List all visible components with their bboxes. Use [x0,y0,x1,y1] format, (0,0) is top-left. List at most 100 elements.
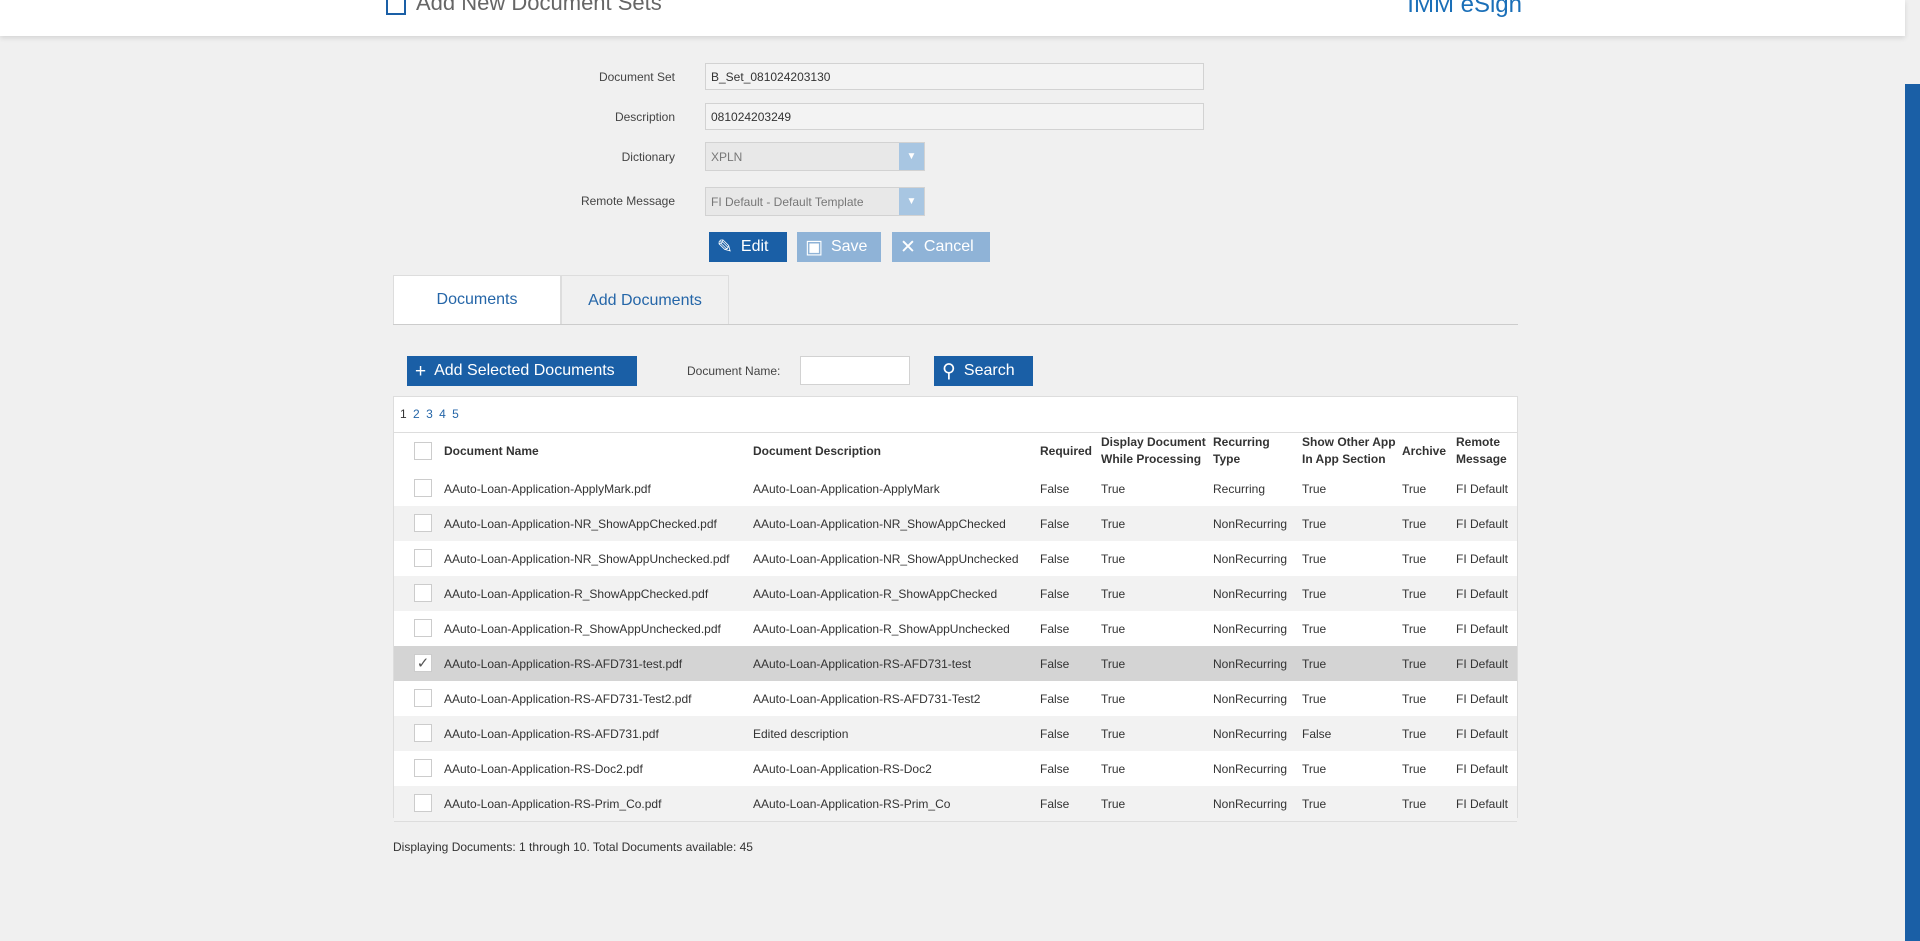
select-all-checkbox[interactable] [414,442,432,460]
cell-required: False [1040,552,1070,566]
table-row[interactable]: AAuto-Loan-Application-NR_ShowAppUncheck… [394,541,1517,577]
col-document-name[interactable]: Document Name [444,443,539,460]
cell-archive: True [1402,517,1427,531]
table-header: Document Name Document Description Requi… [394,432,1517,472]
cell-recurring: NonRecurring [1213,657,1288,671]
cell-archive: True [1402,552,1427,566]
cell-show-other: True [1302,552,1327,566]
col-recurring-line2: Type [1213,452,1241,466]
chevron-down-icon[interactable]: ▼ [899,188,924,215]
description-input[interactable]: 081024203249 [705,103,1204,130]
row-checkbox[interactable] [414,584,432,602]
table-row[interactable]: ✓ AAuto-Loan-Application-RS-AFD731-test.p… [394,646,1517,682]
close-icon: ✕ [900,236,916,258]
page-link[interactable]: 3 [426,407,433,421]
cell-recurring: NonRecurring [1213,587,1288,601]
cancel-button-label: Cancel [923,238,974,255]
table-row[interactable]: AAuto-Loan-Application-NR_ShowAppChecked… [394,506,1517,542]
documents-table: 1 2 3 4 5 Document Name Document Descrip… [393,396,1518,822]
cell-show-other: True [1302,517,1327,531]
row-checkbox[interactable] [414,794,432,812]
cell-archive: True [1402,482,1427,496]
col-required[interactable]: Required [1040,443,1092,460]
cell-required: False [1040,762,1070,776]
cell-recurring: Recurring [1213,482,1266,496]
cell-description: AAuto-Loan-Application-NR_ShowAppUncheck… [753,552,1019,566]
table-row[interactable]: AAuto-Loan-Application-R_ShowAppUnchecke… [394,611,1517,647]
dictionary-label: Dictionary [621,150,675,164]
cell-show-other: True [1302,762,1327,776]
cell-remote: FI Default [1456,587,1509,601]
page-link[interactable]: 2 [413,407,420,421]
document-name-input[interactable] [800,356,910,385]
cell-show-other: True [1302,587,1327,601]
col-remote-line2: Message [1456,452,1507,466]
cancel-button[interactable]: ✕ Cancel [892,232,990,262]
document-set-input[interactable]: B_Set_081024203130 [705,63,1204,90]
save-button[interactable]: ▣ Save [797,232,881,262]
table-row[interactable]: AAuto-Loan-Application-RS-Doc2.pdf AAuto-… [394,751,1517,787]
cell-display: True [1101,657,1126,671]
col-show-other-line1: Show Other App [1302,435,1396,449]
col-display-line2: While Processing [1101,452,1202,466]
col-recurring-type[interactable]: Recurring Type [1213,434,1270,468]
top-header: Add New Document Sets IMM eSign [0,0,1905,36]
col-document-description[interactable]: Document Description [753,443,881,460]
row-checkbox[interactable]: ✓ [414,654,432,672]
add-selected-documents-label: Add Selected Documents [434,362,615,379]
page-link[interactable]: 1 [400,407,407,421]
page-scrollbar[interactable] [1905,84,1920,941]
cell-recurring: NonRecurring [1213,517,1288,531]
cell-recurring: NonRecurring [1213,727,1288,741]
cell-required: False [1040,517,1070,531]
row-checkbox[interactable] [414,619,432,637]
page-link[interactable]: 4 [439,407,446,421]
page-title-text: Add New Document Sets [416,0,662,15]
col-show-other-line2: In App Section [1302,452,1386,466]
row-checkbox[interactable] [414,514,432,532]
search-button[interactable]: ⚲ Search [934,356,1033,386]
cell-display: True [1101,587,1126,601]
col-show-other-app[interactable]: Show Other App In App Section [1302,434,1396,468]
row-checkbox[interactable] [414,724,432,742]
cell-required: False [1040,587,1070,601]
chevron-down-icon[interactable]: ▼ [899,143,924,170]
col-remote-message[interactable]: Remote Message [1456,434,1507,468]
cell-name: AAuto-Loan-Application-RS-AFD731-test.pd… [444,657,683,671]
row-checkbox[interactable] [414,549,432,567]
cell-display: True [1101,762,1126,776]
add-document-icon [386,0,406,15]
cell-remote: FI Default [1456,622,1509,636]
col-display-document[interactable]: Display Document While Processing [1101,434,1206,468]
cell-remote: FI Default [1456,552,1509,566]
cell-name: AAuto-Loan-Application-R_ShowAppUnchecke… [444,622,721,636]
edit-button[interactable]: ✎ Edit [709,232,787,262]
cell-archive: True [1402,727,1427,741]
table-row[interactable]: AAuto-Loan-Application-RS-AFD731.pdf Edit… [394,716,1517,752]
row-checkbox[interactable] [414,479,432,497]
tab-divider [393,324,1518,325]
page-link[interactable]: 5 [452,407,459,421]
dictionary-select[interactable]: XPLN ▼ [705,142,925,171]
cell-required: False [1040,622,1070,636]
row-checkbox[interactable] [414,689,432,707]
add-selected-documents-button[interactable]: + Add Selected Documents [407,356,637,386]
table-row[interactable]: AAuto-Loan-Application-RS-Prim_Co.pdf AAu… [394,786,1517,822]
tab-documents[interactable]: Documents [393,275,561,325]
tab-add-documents[interactable]: Add Documents [561,275,729,325]
cell-name: AAuto-Loan-Application-RS-AFD731.pdf [444,727,659,741]
cell-archive: True [1402,657,1427,671]
cell-required: False [1040,657,1070,671]
cell-show-other: True [1302,692,1327,706]
edit-icon: ✎ [717,236,733,258]
document-set-label: Document Set [598,70,675,84]
edit-button-label: Edit [740,238,769,255]
remote-message-select[interactable]: FI Default - Default Template ▼ [705,187,925,216]
table-row[interactable]: AAuto-Loan-Application-RS-AFD731-Test2.p… [394,681,1517,717]
cell-required: False [1040,797,1070,811]
cell-display: True [1101,482,1126,496]
row-checkbox[interactable] [414,759,432,777]
table-row[interactable]: AAuto-Loan-Application-ApplyMark.pdf AAut… [394,471,1517,507]
col-archive[interactable]: Archive [1402,443,1446,460]
table-row[interactable]: AAuto-Loan-Application-R_ShowAppChecked.… [394,576,1517,612]
